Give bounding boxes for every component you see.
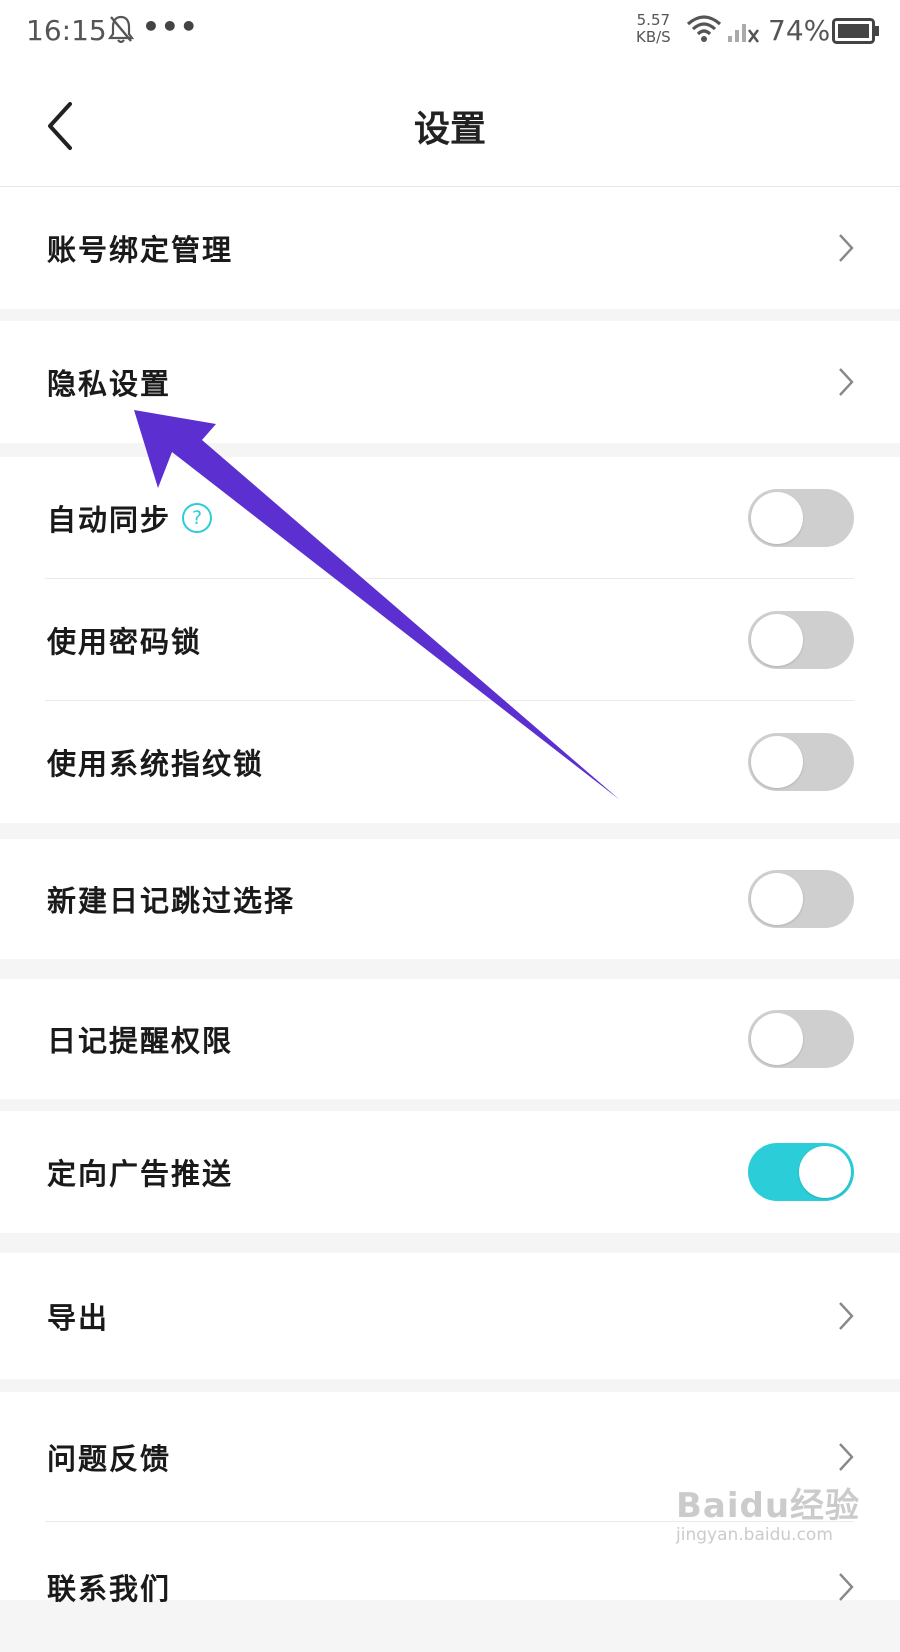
- row-fingerprint-lock: 使用系统指纹锁: [0, 701, 900, 823]
- chevron-right-icon: [839, 368, 854, 396]
- targeted-ads-toggle[interactable]: [748, 1143, 854, 1201]
- toggle-knob: [751, 873, 803, 925]
- toggle-knob: [751, 492, 803, 544]
- reminder-permission-toggle[interactable]: [748, 1010, 854, 1068]
- wifi-icon: [686, 14, 722, 48]
- help-icon[interactable]: ?: [182, 503, 212, 533]
- battery-percent: 74%: [768, 14, 831, 47]
- watermark-brand: Baidu经验: [676, 1486, 861, 1526]
- row-privacy-settings[interactable]: 隐私设置: [0, 321, 900, 443]
- chevron-right-icon: [839, 234, 854, 262]
- status-time: 16:15: [26, 14, 107, 47]
- export-label: 导出: [47, 1301, 110, 1335]
- fingerprint-lock-toggle[interactable]: [748, 733, 854, 791]
- row-auto-sync: 自动同步 ?: [0, 457, 900, 579]
- chevron-right-icon: [839, 1443, 854, 1471]
- privacy-settings-label: 隐私设置: [47, 367, 172, 401]
- watermark-url: jingyan.baidu.com: [676, 1525, 833, 1545]
- row-skip-selection: 新建日记跳过选择: [0, 839, 900, 959]
- more-dots: •••: [142, 10, 199, 43]
- feedback-label: 问题反馈: [47, 1442, 172, 1476]
- auto-sync-label: 自动同步: [47, 503, 172, 537]
- baidu-watermark: Baidu经验 jingyan.baidu.com: [676, 1478, 876, 1545]
- cellular-signal-icon: [728, 16, 760, 48]
- chevron-right-icon: [839, 1302, 854, 1330]
- password-lock-label: 使用密码锁: [47, 625, 203, 659]
- fingerprint-lock-label: 使用系统指纹锁: [47, 747, 265, 781]
- section-export: 导出: [0, 1253, 900, 1379]
- row-targeted-ads: 定向广告推送: [0, 1111, 900, 1233]
- section-account: 账号绑定管理: [0, 187, 900, 309]
- row-export[interactable]: 导出: [0, 1253, 900, 1379]
- row-password-lock: 使用密码锁: [0, 579, 900, 701]
- section-privacy: 隐私设置: [0, 321, 900, 443]
- skip-selection-toggle[interactable]: [748, 870, 854, 928]
- battery-icon: [832, 18, 880, 48]
- auto-sync-toggle[interactable]: [748, 489, 854, 547]
- account-binding-label: 账号绑定管理: [47, 233, 234, 267]
- status-bar: 16:15 ••• 5.57 KB/S 74%: [0, 0, 900, 64]
- section-ads: 定向广告推送: [0, 1111, 900, 1233]
- section-sync-locks: 自动同步 ? 使用密码锁 使用系统指纹锁: [0, 457, 900, 823]
- section-skip-selection: 新建日记跳过选择: [0, 839, 900, 959]
- contact-us-label: 联系我们: [47, 1572, 172, 1606]
- section-reminder: 日记提醒权限: [0, 979, 900, 1099]
- network-speed-unit: KB/S: [636, 28, 671, 46]
- row-account-binding[interactable]: 账号绑定管理: [0, 187, 900, 309]
- toggle-knob: [751, 736, 803, 788]
- network-speed-value: 5.57: [636, 11, 671, 29]
- password-lock-toggle[interactable]: [748, 611, 854, 669]
- targeted-ads-label: 定向广告推送: [47, 1157, 234, 1191]
- page-title: 设置: [413, 109, 486, 150]
- chevron-right-icon: [839, 1573, 854, 1601]
- toggle-knob: [751, 614, 803, 666]
- reminder-permission-label: 日记提醒权限: [47, 1024, 234, 1058]
- header-bar: 设置: [0, 64, 900, 187]
- skip-selection-label: 新建日记跳过选择: [47, 884, 296, 918]
- row-reminder-permission: 日记提醒权限: [0, 979, 900, 1099]
- bell-off-icon: [107, 14, 135, 48]
- toggle-knob: [799, 1146, 851, 1198]
- network-speed: 5.57 KB/S: [636, 12, 671, 46]
- toggle-knob: [751, 1013, 803, 1065]
